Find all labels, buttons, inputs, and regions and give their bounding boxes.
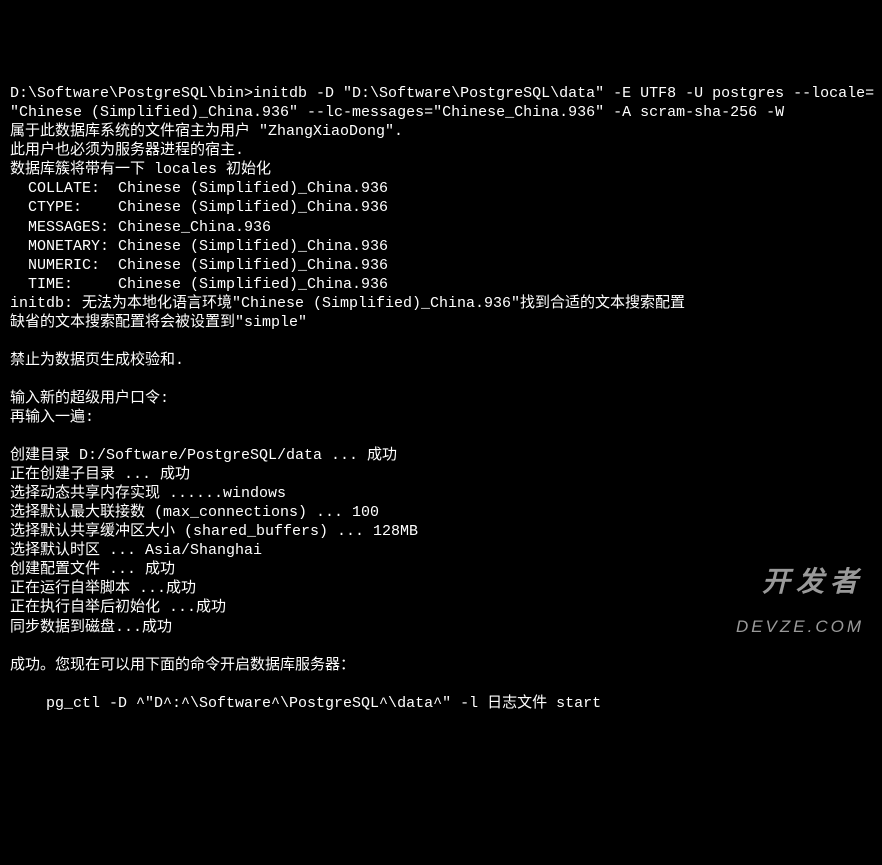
terminal-line: 成功。您现在可以用下面的命令开启数据库服务器： [10,656,872,675]
terminal-line: MESSAGES: Chinese_China.936 [10,218,872,237]
terminal-line: 输入新的超级用户口令: [10,389,872,408]
terminal-line: 创建目录 D:/Software/PostgreSQL/data ... 成功 [10,446,872,465]
terminal-output[interactable]: D:\Software\PostgreSQL\bin>initdb -D "D:… [10,84,872,732]
terminal-line: 正在执行自举后初始化 ...成功 [10,598,872,617]
terminal-line: 创建配置文件 ... 成功 [10,560,872,579]
terminal-line [10,637,872,656]
terminal-line [10,427,872,446]
terminal-line [10,713,872,732]
terminal-line: 再输入一遍: [10,408,872,427]
terminal-line: 同步数据到磁盘...成功 [10,618,872,637]
terminal-line: 选择默认共享缓冲区大小 (shared_buffers) ... 128MB [10,522,872,541]
terminal-line: D:\Software\PostgreSQL\bin>initdb -D "D:… [10,84,872,103]
terminal-line: 数据库簇将带有一下 locales 初始化 [10,160,872,179]
terminal-line: pg_ctl -D ^"D^:^\Software^\PostgreSQL^\d… [10,694,872,713]
terminal-line: 缺省的文本搜索配置将会被设置到"simple" [10,313,872,332]
terminal-line: COLLATE: Chinese (Simplified)_China.936 [10,179,872,198]
terminal-line: TIME: Chinese (Simplified)_China.936 [10,275,872,294]
terminal-line: 选择默认最大联接数 (max_connections) ... 100 [10,503,872,522]
terminal-line [10,675,872,694]
terminal-line: 此用户也必须为服务器进程的宿主. [10,141,872,160]
terminal-line: CTYPE: Chinese (Simplified)_China.936 [10,198,872,217]
terminal-line [10,370,872,389]
terminal-line: 正在运行自举脚本 ...成功 [10,579,872,598]
terminal-line: MONETARY: Chinese (Simplified)_China.936 [10,237,872,256]
terminal-line: initdb: 无法为本地化语言环境"Chinese (Simplified)_… [10,294,872,313]
terminal-line: 属于此数据库系统的文件宿主为用户 "ZhangXiaoDong". [10,122,872,141]
terminal-line: "Chinese (Simplified)_China.936" --lc-me… [10,103,872,122]
terminal-line [10,332,872,351]
terminal-line: 选择动态共享内存实现 ......windows [10,484,872,503]
terminal-line: 禁止为数据页生成校验和. [10,351,872,370]
terminal-line: NUMERIC: Chinese (Simplified)_China.936 [10,256,872,275]
terminal-line: 选择默认时区 ... Asia/Shanghai [10,541,872,560]
terminal-line: 正在创建子目录 ... 成功 [10,465,872,484]
